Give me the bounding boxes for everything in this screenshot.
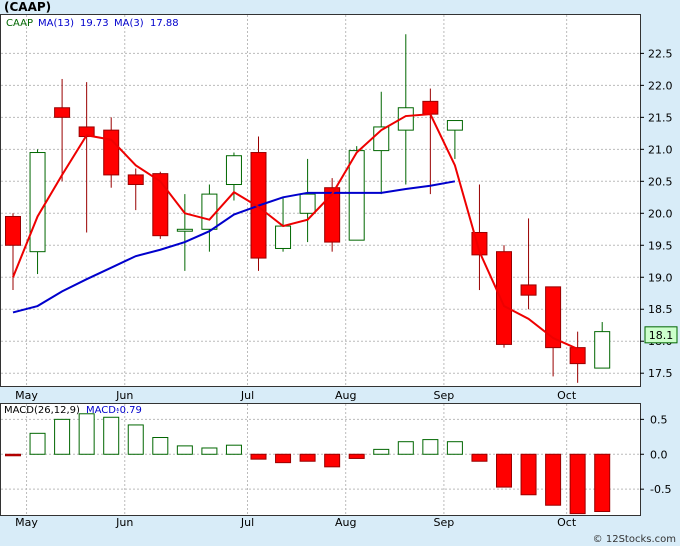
- macd-bar-negative: [569, 453, 586, 515]
- macd-y-tick-label: 0.5: [650, 413, 668, 426]
- macd-bar-negative: [471, 453, 488, 462]
- candle-body: [275, 225, 292, 249]
- candle-body: [103, 129, 120, 176]
- candle-body: [348, 150, 365, 241]
- macd-bar-negative: [545, 453, 562, 506]
- chart-title: (CAAP): [4, 0, 51, 14]
- price-y-tick-label: 22.0: [648, 79, 673, 92]
- price-y-tick-label: 20.5: [648, 175, 673, 188]
- price-y-tick-label: 17.5: [648, 367, 673, 380]
- stock-chart: 17.518.018.519.019.520.020.521.021.522.0…: [0, 0, 680, 546]
- price-month-label: Sep: [434, 389, 455, 402]
- macd-month-label: Jun: [115, 516, 133, 529]
- macd-bar-positive: [397, 441, 414, 455]
- macd-bar-positive: [176, 445, 193, 455]
- last-price-box: 18.1: [644, 326, 678, 344]
- macd-bar-positive: [373, 448, 390, 455]
- candle-body: [324, 187, 341, 243]
- macd-month-label: Sep: [434, 516, 455, 529]
- candle-body: [127, 174, 144, 186]
- candle-body: [446, 120, 463, 131]
- candle-body: [299, 193, 316, 214]
- legend-ma13-value: 19.73: [80, 18, 109, 29]
- macd-bar-positive: [201, 447, 218, 455]
- candle-body: [594, 331, 611, 369]
- price-y-tick-label: 21.5: [648, 111, 673, 124]
- candle-body: [422, 100, 439, 115]
- macd-bar-positive: [446, 441, 463, 455]
- macd-bar-positive: [29, 432, 46, 455]
- candle-body: [54, 107, 71, 118]
- macd-bar-negative: [520, 453, 537, 496]
- credit-label: © 12Stocks.com: [593, 534, 676, 545]
- macd-month-label: May: [15, 516, 38, 529]
- price-month-label: Jun: [115, 389, 133, 402]
- price-month-label: May: [15, 389, 38, 402]
- macd-bar-negative: [594, 453, 611, 513]
- candle-body: [225, 155, 242, 186]
- price-month-label: Oct: [557, 389, 577, 402]
- last-price-label: 18.1: [649, 329, 674, 342]
- macd-bar-positive: [225, 444, 242, 455]
- macd-month-label: Aug: [335, 516, 356, 529]
- macd-legend-value-label: MACD:: [86, 405, 119, 416]
- macd-bar-negative: [348, 453, 365, 459]
- macd-bar-positive: [78, 413, 95, 455]
- price-y-tick-label: 18.5: [648, 303, 673, 316]
- candle-body: [201, 193, 218, 230]
- macd-legend-label: MACD(26,12,9): [4, 405, 80, 416]
- candle-body: [5, 215, 21, 246]
- macd-month-label: Jul: [240, 516, 254, 529]
- candle-body: [520, 284, 537, 296]
- price-y-tick-label: 20.0: [648, 207, 673, 220]
- macd-bar-negative: [275, 453, 292, 464]
- macd-y-tick-label: 0.0: [650, 448, 668, 461]
- legend-ma13-label: MA(13): [38, 18, 74, 29]
- price-y-tick-label: 22.5: [648, 47, 673, 60]
- price-y-tick-label: 19.0: [648, 271, 673, 284]
- macd-legend-value: -0.79: [116, 405, 142, 416]
- candle-body: [496, 251, 512, 345]
- macd-bar-negative: [5, 453, 21, 457]
- candle-body: [29, 152, 46, 253]
- candle-body: [176, 228, 193, 232]
- macd-bar-negative: [496, 453, 512, 488]
- price-month-label: Jul: [240, 389, 254, 402]
- price-month-label: Aug: [335, 389, 356, 402]
- macd-bar-positive: [127, 424, 144, 455]
- macd-panel: [0, 403, 641, 516]
- macd-y-tick-label: -0.5: [650, 483, 671, 496]
- legend-ticker: CAAP: [6, 18, 33, 29]
- macd-bar-negative: [250, 453, 267, 460]
- macd-bar-positive: [103, 416, 120, 455]
- macd-bar-negative: [324, 453, 341, 468]
- macd-bar-positive: [54, 418, 71, 455]
- legend-ma3-label: MA(3): [114, 18, 144, 29]
- price-y-tick-label: 19.5: [648, 239, 673, 252]
- chart-canvas: 17.518.018.519.019.520.020.521.021.522.0…: [0, 0, 680, 546]
- price-y-tick-label: 21.0: [648, 143, 673, 156]
- legend-ma3-value: 17.88: [150, 18, 179, 29]
- candle-down: [324, 178, 341, 252]
- macd-bar-negative: [299, 453, 316, 462]
- macd-month-label: Oct: [557, 516, 577, 529]
- candle-body: [569, 347, 586, 365]
- macd-bar-positive: [422, 439, 439, 455]
- macd-bar-positive: [152, 437, 169, 455]
